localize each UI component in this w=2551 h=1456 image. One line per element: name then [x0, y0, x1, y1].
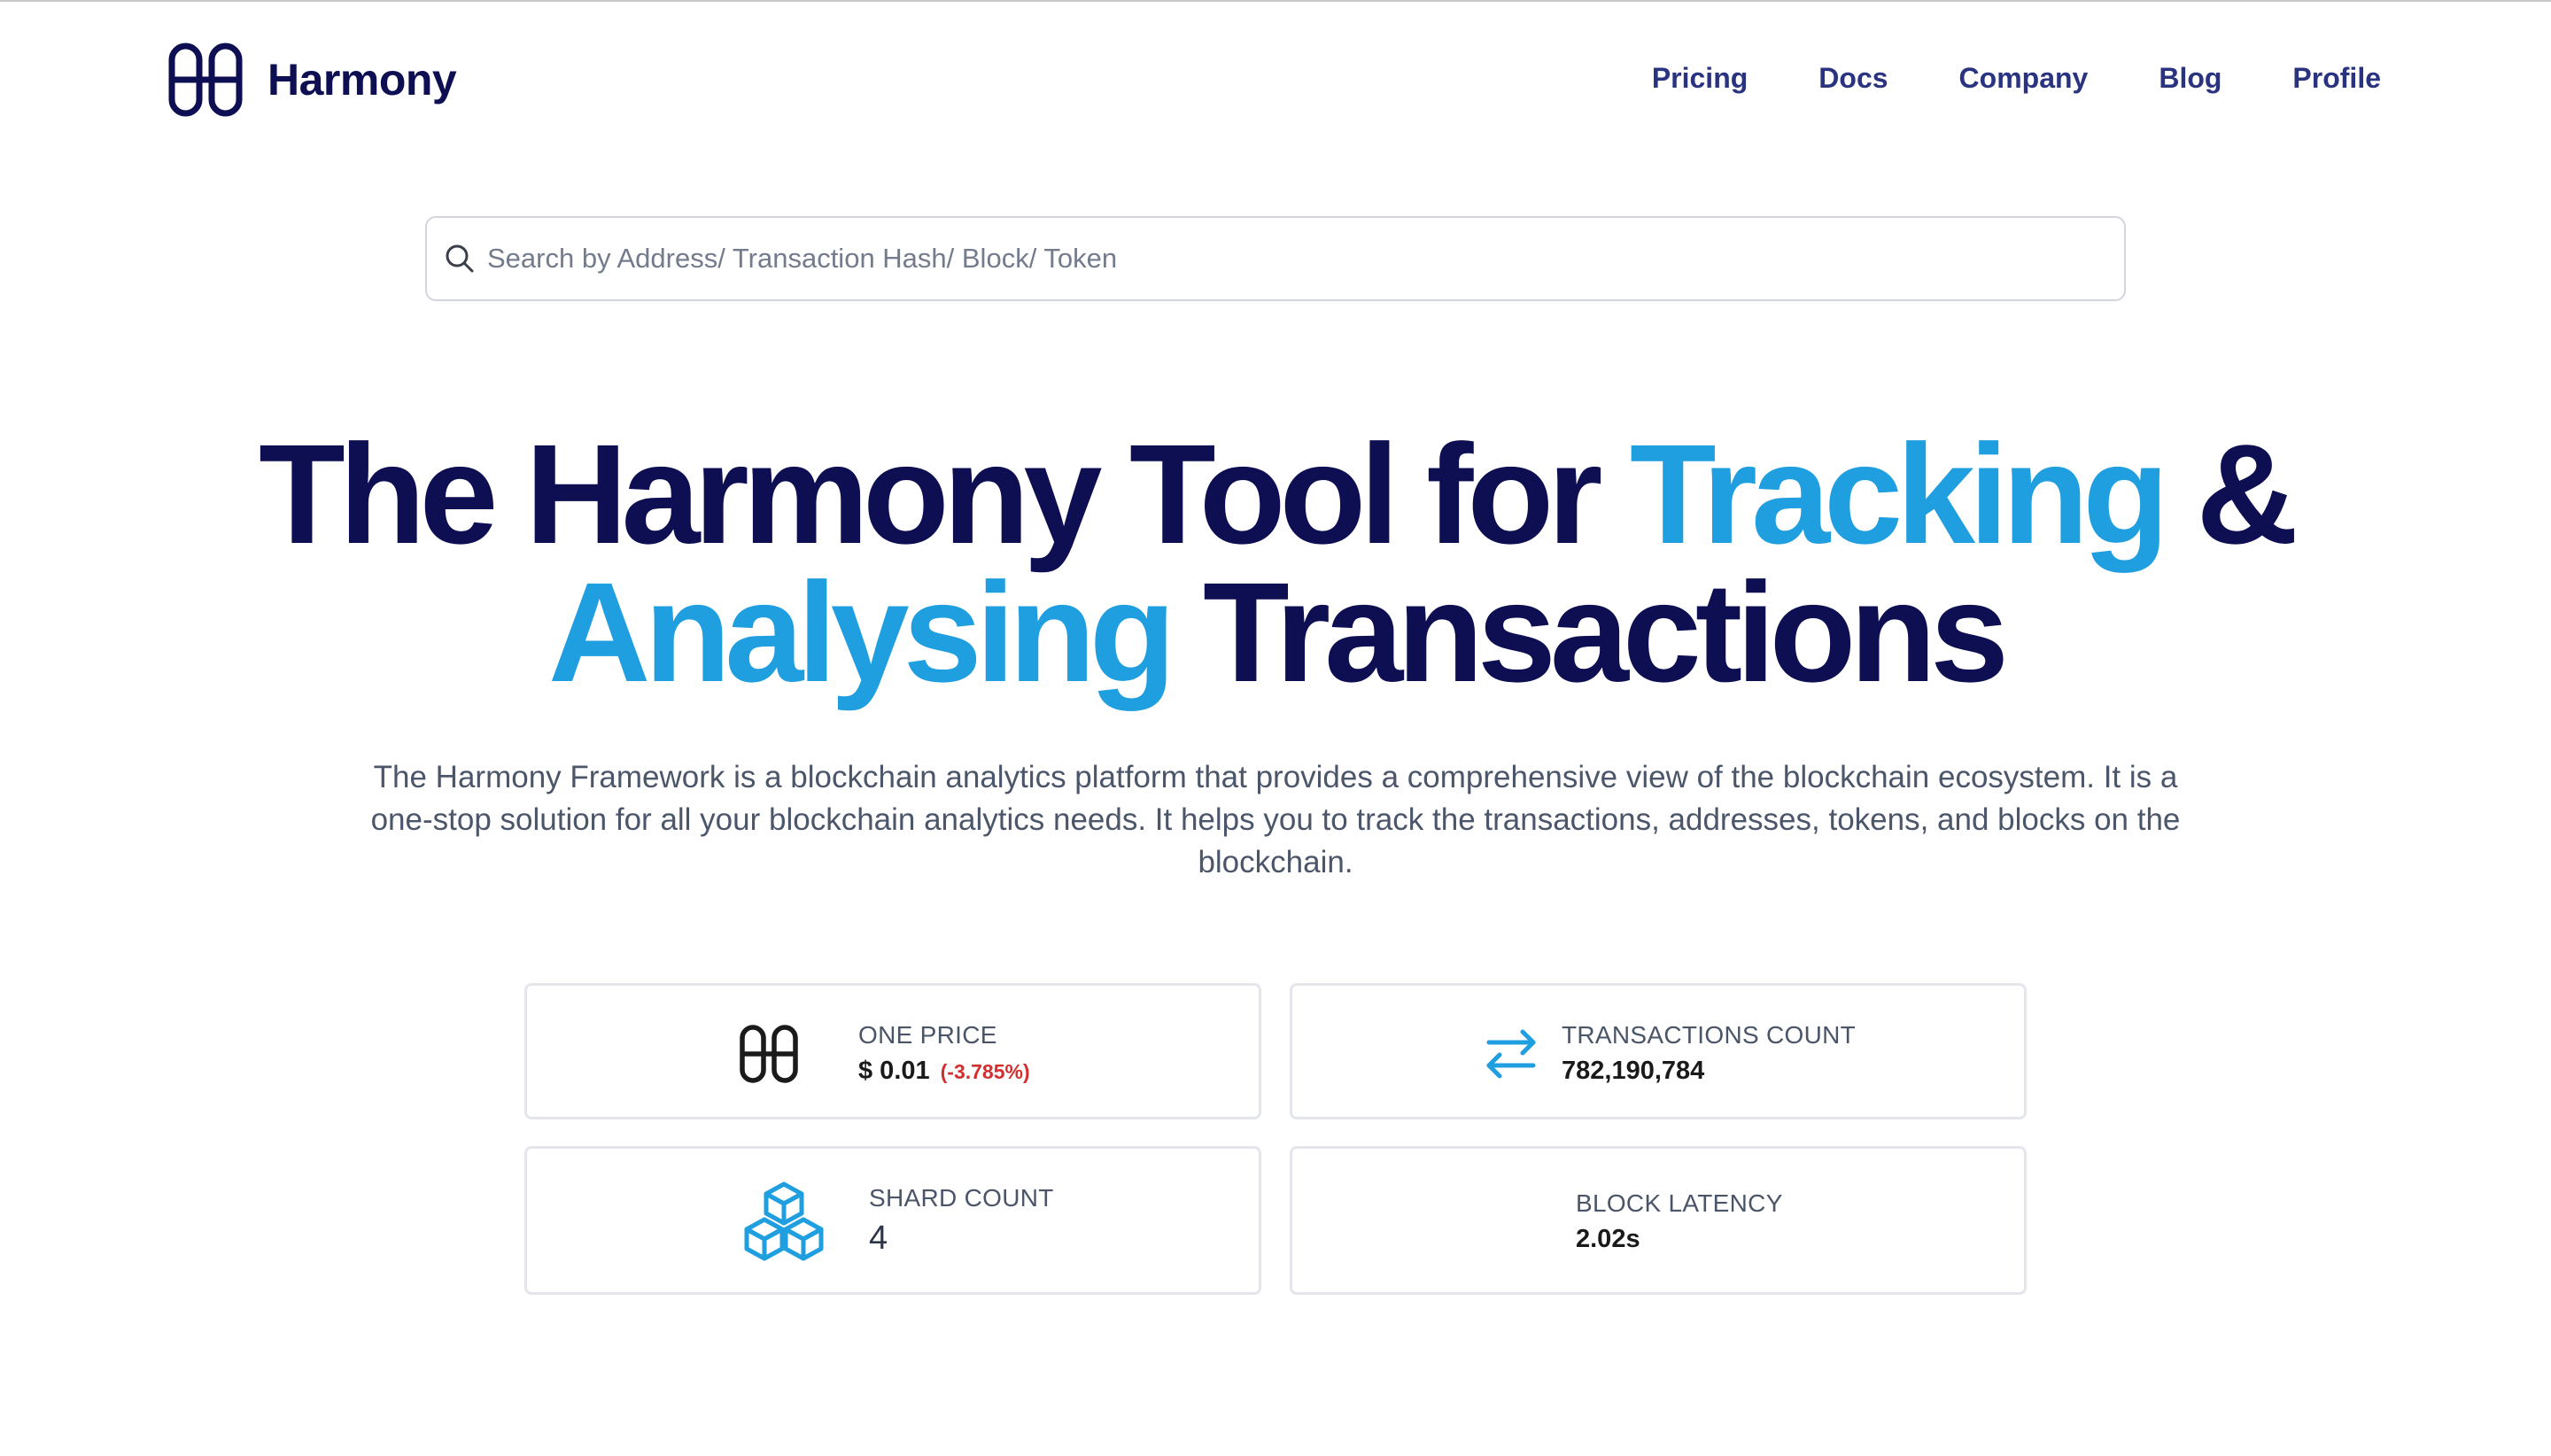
brand-logo-link[interactable]: Harmony — [168, 43, 457, 117]
one-price-card: ONE PRICE $ 0.01 (-3.785%) — [524, 983, 1261, 1119]
one-price-amount: $ 0.01 — [858, 1057, 930, 1085]
hero-title-part: The Harmony Tool for — [259, 414, 1630, 573]
shard-count-card: SHARD COUNT 4 — [524, 1146, 1261, 1295]
hero-title-accent-tracking: Tracking — [1629, 414, 2169, 573]
cubes-icon — [744, 1181, 824, 1261]
nav-pricing[interactable]: Pricing — [1652, 62, 1748, 95]
block-latency-value: 2.02s — [1576, 1225, 1640, 1253]
shard-count-label: SHARD COUNT — [869, 1184, 1054, 1212]
hero-description: The Harmony Framework is a blockchain an… — [370, 760, 2181, 879]
one-price-value: $ 0.01 (-3.785%) — [858, 1057, 1030, 1086]
hero-title: The Harmony Tool for Tracking & Analysing… — [124, 423, 2427, 703]
nav-profile[interactable]: Profile — [2292, 62, 2381, 95]
search-bar — [425, 216, 2126, 301]
shard-count-value: 4 — [869, 1220, 888, 1257]
nav-blog[interactable]: Blog — [2159, 62, 2221, 95]
block-latency-card: BLOCK LATENCY 2.02s — [1290, 1146, 2027, 1295]
harmony-logo-icon — [168, 43, 243, 117]
nav-docs[interactable]: Docs — [1818, 62, 1888, 95]
brand-name: Harmony — [268, 55, 457, 105]
search-icon — [446, 244, 474, 273]
harmony-logo-icon — [740, 1025, 798, 1083]
hero-title-accent-analysing: Analysing — [547, 553, 1176, 711]
main-nav: Pricing Docs Company Blog Profile — [1652, 62, 2381, 95]
hero-title-part: Transactions — [1169, 553, 2009, 711]
transactions-count-label: TRANSACTIONS COUNT — [1562, 1021, 1857, 1049]
hero-title-part: & — [2162, 414, 2299, 573]
block-latency-label: BLOCK LATENCY — [1576, 1189, 1783, 1217]
one-price-change: (-3.785%) — [940, 1060, 1030, 1083]
one-price-label: ONE PRICE — [858, 1021, 997, 1049]
swap-arrows-icon — [1486, 1029, 1536, 1079]
search-input[interactable] — [485, 222, 2124, 295]
site-header: Harmony Pricing Docs Company Blog Profil… — [0, 2, 2551, 161]
transactions-count-card: TRANSACTIONS COUNT 782,190,784 — [1290, 983, 2027, 1119]
nav-company[interactable]: Company — [1959, 62, 2089, 95]
transactions-count-value: 782,190,784 — [1562, 1057, 1705, 1085]
